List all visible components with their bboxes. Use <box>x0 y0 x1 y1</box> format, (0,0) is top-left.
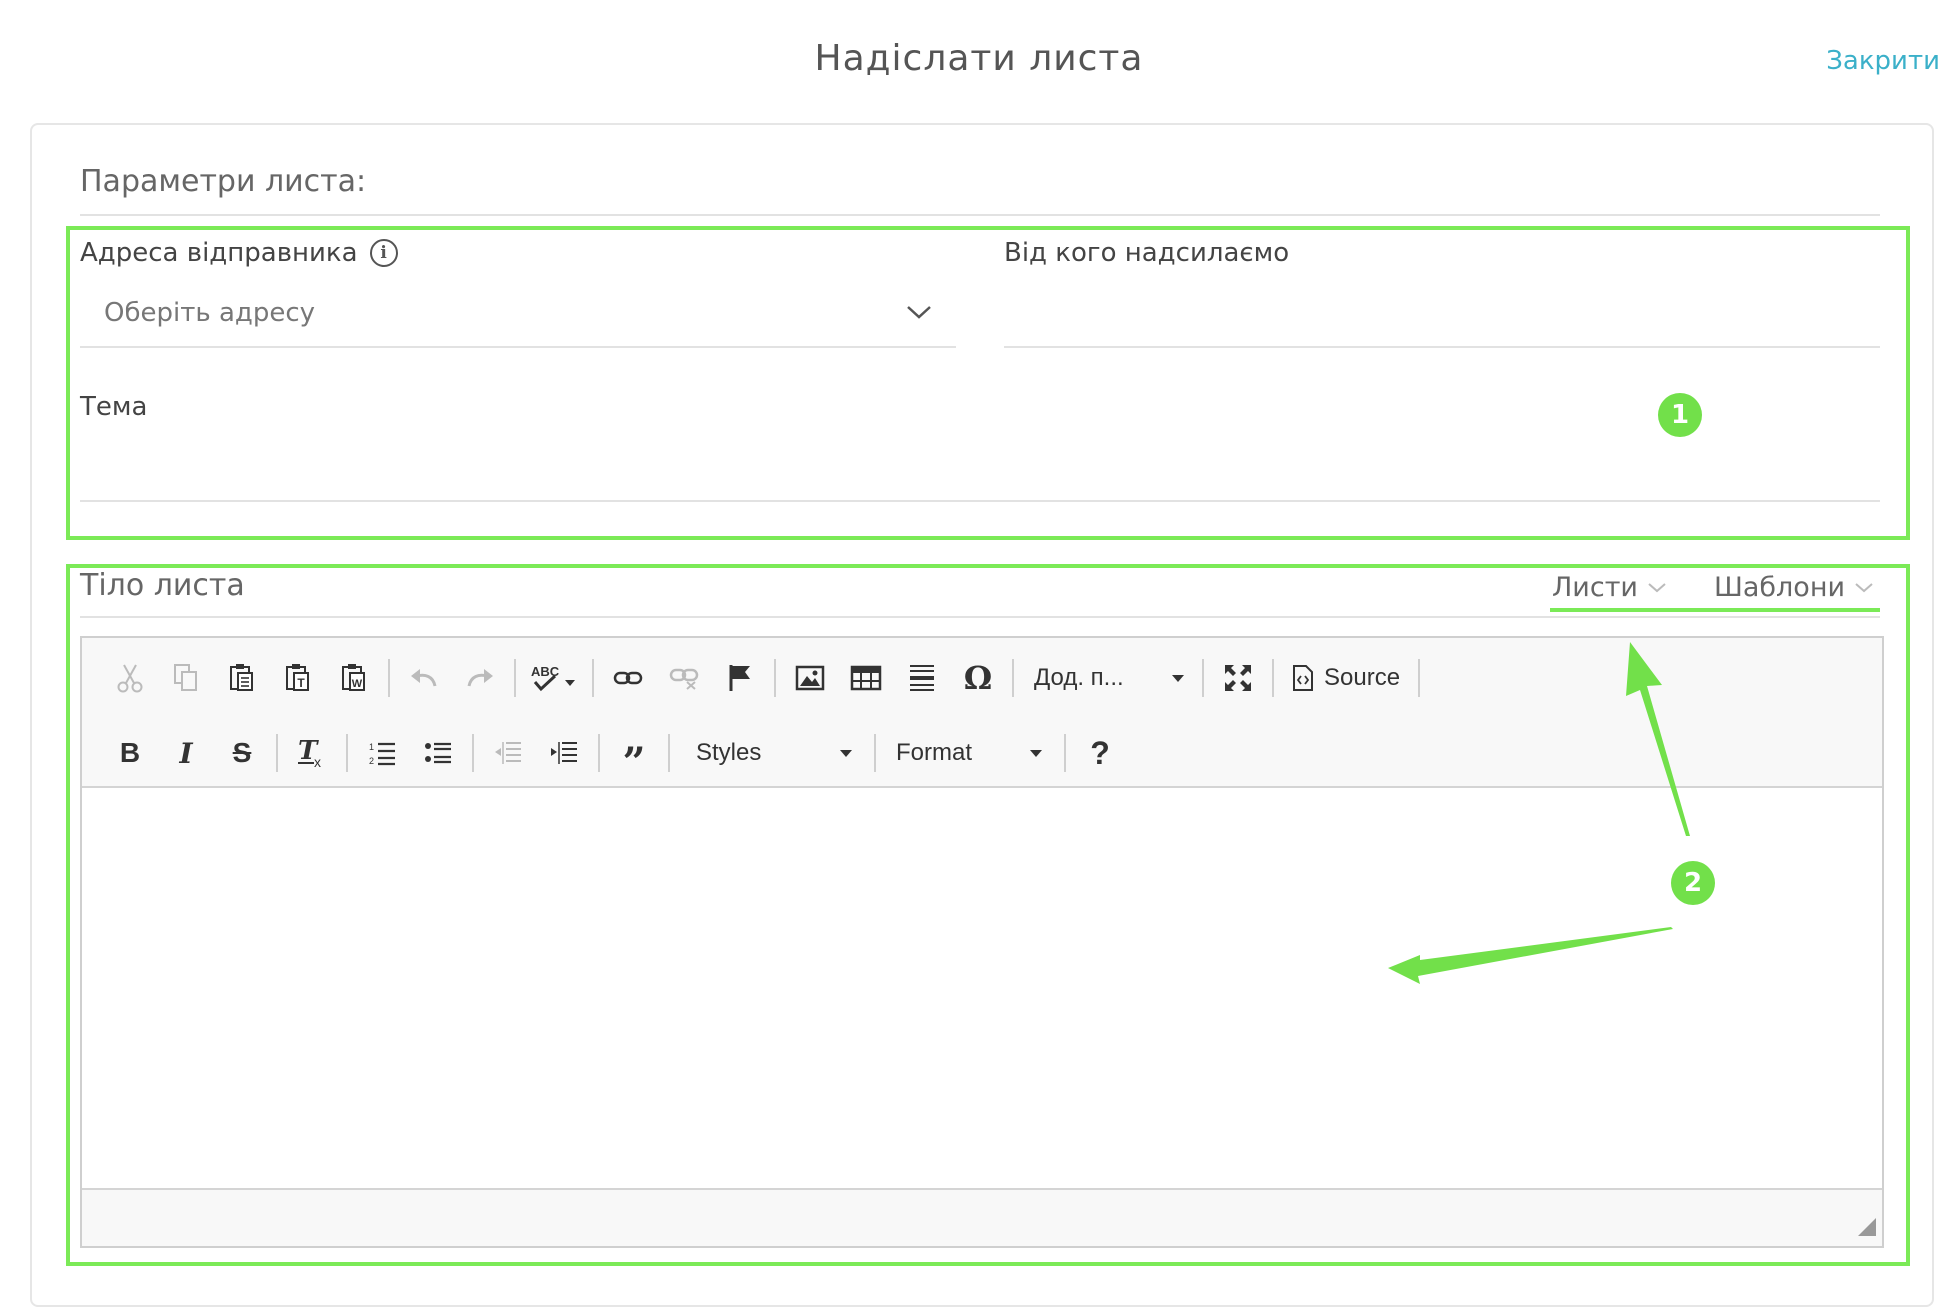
annotation-arrows <box>1388 642 1690 984</box>
arrow-to-editor <box>1388 927 1673 984</box>
arrow-to-tabs <box>1626 642 1690 836</box>
annotation-badge-2: 2 <box>1671 861 1715 905</box>
